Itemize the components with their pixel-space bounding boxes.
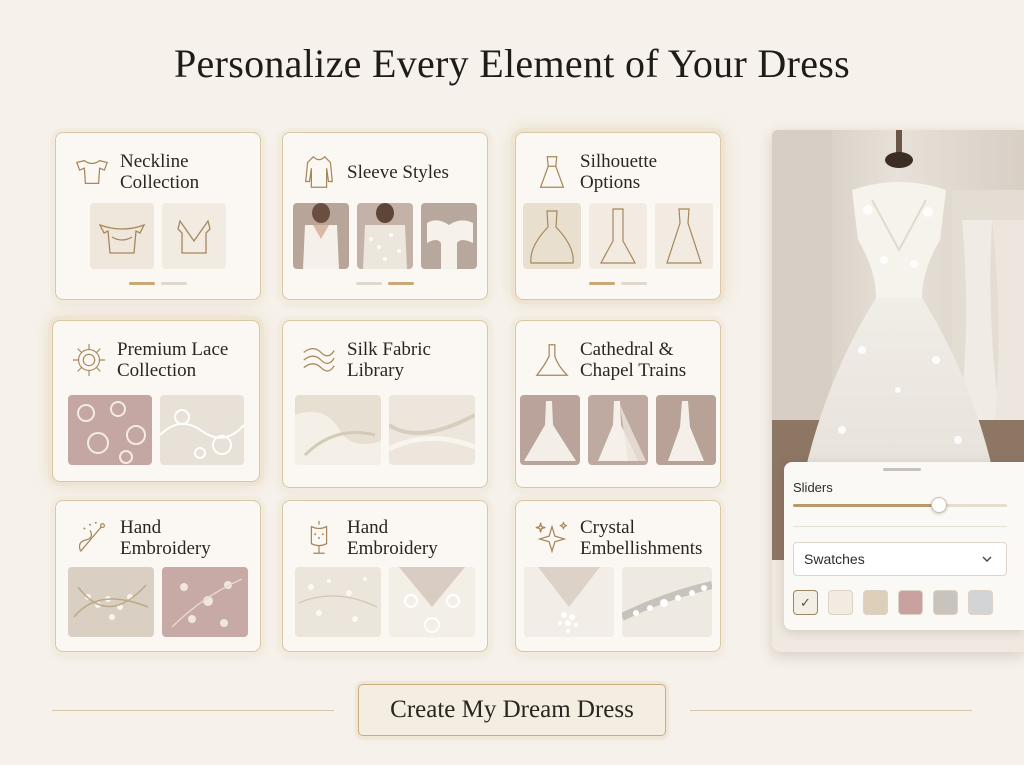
create-dress-button[interactable]: Create My Dream Dress — [358, 684, 666, 736]
card-sleeves[interactable]: Sleeve Styles — [282, 132, 488, 300]
card-silk[interactable]: Silk Fabric Library — [282, 320, 488, 488]
card-crystal[interactable]: Crystal Embellishments — [515, 500, 721, 652]
carousel-dots[interactable] — [283, 282, 487, 285]
card-hand-embroidery-2[interactable]: Hand Embroidery — [282, 500, 488, 652]
thumb-v-neck[interactable] — [162, 203, 226, 269]
thumb-ivory-lace[interactable] — [160, 395, 244, 465]
slider-fill — [793, 504, 939, 507]
swatches-select-value: Swatches — [804, 551, 865, 567]
card-title: Silk Fabric Library — [347, 339, 431, 381]
chevron-down-icon — [982, 556, 992, 562]
page-title: Personalize Every Element of Your Dress — [174, 41, 850, 86]
dress-form-icon — [299, 518, 339, 558]
thumb-flutter-sleeve[interactable] — [421, 203, 477, 269]
carousel-dot[interactable] — [589, 282, 615, 285]
neckline-icon — [72, 152, 112, 192]
train-gown-icon — [532, 340, 572, 380]
thumb-silk-drape[interactable] — [389, 395, 475, 465]
thumb-bodice-embroidery[interactable] — [389, 567, 475, 637]
thumb-chapel-train[interactable] — [588, 395, 648, 465]
card-lace[interactable]: Premium Lace Collection — [52, 320, 260, 482]
carousel-dot[interactable] — [356, 282, 382, 285]
color-swatch[interactable] — [863, 590, 888, 615]
thumb-mermaid[interactable] — [589, 203, 647, 269]
swatches-select[interactable]: Swatches — [793, 542, 1007, 576]
lace-medallion-icon — [69, 340, 109, 380]
thumb-pearl-embroidery[interactable] — [68, 567, 154, 637]
divider — [793, 526, 1007, 527]
thumb-crystal-belt[interactable] — [622, 567, 712, 637]
card-title: Hand Embroidery — [347, 517, 438, 559]
sliders-label: Sliders — [793, 480, 833, 495]
customization-panel: Sliders Swatches ✓ — [784, 462, 1024, 630]
color-swatch[interactable] — [968, 590, 993, 615]
slider-thumb[interactable] — [930, 497, 947, 513]
carousel-dot[interactable] — [129, 282, 155, 285]
thumb-crystal-bodice[interactable] — [524, 567, 614, 637]
color-swatch[interactable] — [828, 590, 853, 615]
divider-line-right — [690, 710, 972, 711]
card-title: Cathedral & Chapel Trains — [580, 339, 687, 381]
swatch-row: ✓ — [793, 590, 993, 615]
thumb-cathedral-train[interactable] — [520, 395, 580, 465]
card-title: Silhouette Options — [580, 151, 658, 193]
thumb-beaded-floral[interactable] — [162, 567, 248, 637]
check-icon: ✓ — [800, 594, 811, 610]
thumb-blush-lace[interactable] — [68, 395, 152, 465]
card-trains[interactable]: Cathedral & Chapel Trains — [515, 320, 721, 488]
color-swatch[interactable] — [933, 590, 958, 615]
thumb-lace-sleeve[interactable] — [357, 203, 413, 269]
divider-line-left — [52, 710, 334, 711]
card-silhouette[interactable]: Silhouette Options — [515, 132, 721, 300]
thumb-silk-swirl[interactable] — [295, 395, 381, 465]
carousel-dot[interactable] — [161, 282, 187, 285]
card-title: Crystal Embellishments — [580, 517, 703, 559]
thumb-ball-gown[interactable] — [523, 203, 581, 269]
card-title: Neckline Collection — [120, 151, 200, 193]
needle-thread-icon — [72, 518, 112, 558]
carousel-dots[interactable] — [56, 282, 260, 285]
card-title: Hand Embroidery — [120, 517, 211, 559]
sleeve-icon — [299, 152, 339, 192]
drag-handle[interactable] — [883, 468, 921, 471]
thumb-cap-sleeve[interactable] — [293, 203, 349, 269]
slider-track[interactable] — [793, 497, 1007, 513]
thumb-a-line[interactable] — [655, 203, 713, 269]
card-neckline[interactable]: Neckline Collection — [55, 132, 261, 300]
card-title: Premium Lace Collection — [117, 339, 229, 381]
sparkle-icon — [532, 518, 572, 558]
thumb-sweep-train[interactable] — [656, 395, 716, 465]
carousel-dot[interactable] — [621, 282, 647, 285]
gown-icon — [532, 152, 572, 192]
carousel-dots[interactable] — [516, 282, 720, 285]
card-title: Sleeve Styles — [347, 161, 449, 183]
color-swatch[interactable]: ✓ — [793, 590, 818, 615]
card-hand-embroidery-1[interactable]: Hand Embroidery — [55, 500, 261, 652]
carousel-dot[interactable] — [388, 282, 414, 285]
thumb-tulle-embroidery[interactable] — [295, 567, 381, 637]
silk-waves-icon — [299, 340, 339, 380]
thumb-off-shoulder[interactable] — [90, 203, 154, 269]
color-swatch[interactable] — [898, 590, 923, 615]
